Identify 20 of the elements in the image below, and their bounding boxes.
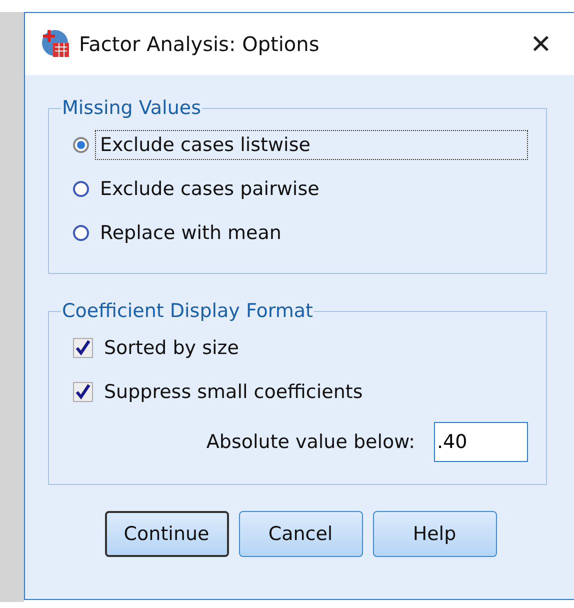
checkbox[interactable]: [73, 338, 93, 358]
group-title: Coefficient Display Format: [61, 300, 314, 322]
option-label: Exclude cases listwise: [95, 130, 528, 160]
checkbox[interactable]: [73, 382, 93, 402]
radio-button[interactable]: [73, 225, 89, 241]
app-icon: [41, 29, 71, 59]
input-field[interactable]: .40: [434, 422, 528, 462]
option-label: Exclude cases pairwise: [99, 177, 320, 202]
dialog-button[interactable]: Continue: [104, 511, 228, 557]
checkbox-label: Sorted by size: [103, 336, 240, 361]
radio-button[interactable]: [73, 137, 89, 153]
radio-button[interactable]: [73, 181, 89, 197]
close-button[interactable]: ✕: [524, 28, 558, 60]
window-title: Factor Analysis: Options: [79, 32, 320, 56]
dialog-button[interactable]: Help: [372, 511, 496, 557]
checkbox-label: Suppress small coefficients: [103, 380, 364, 405]
field-label: Absolute value below:: [205, 430, 416, 455]
dialog-button[interactable]: Cancel: [238, 511, 362, 557]
group-title: Missing Values: [61, 97, 202, 119]
option-label: Replace with mean: [99, 221, 282, 246]
